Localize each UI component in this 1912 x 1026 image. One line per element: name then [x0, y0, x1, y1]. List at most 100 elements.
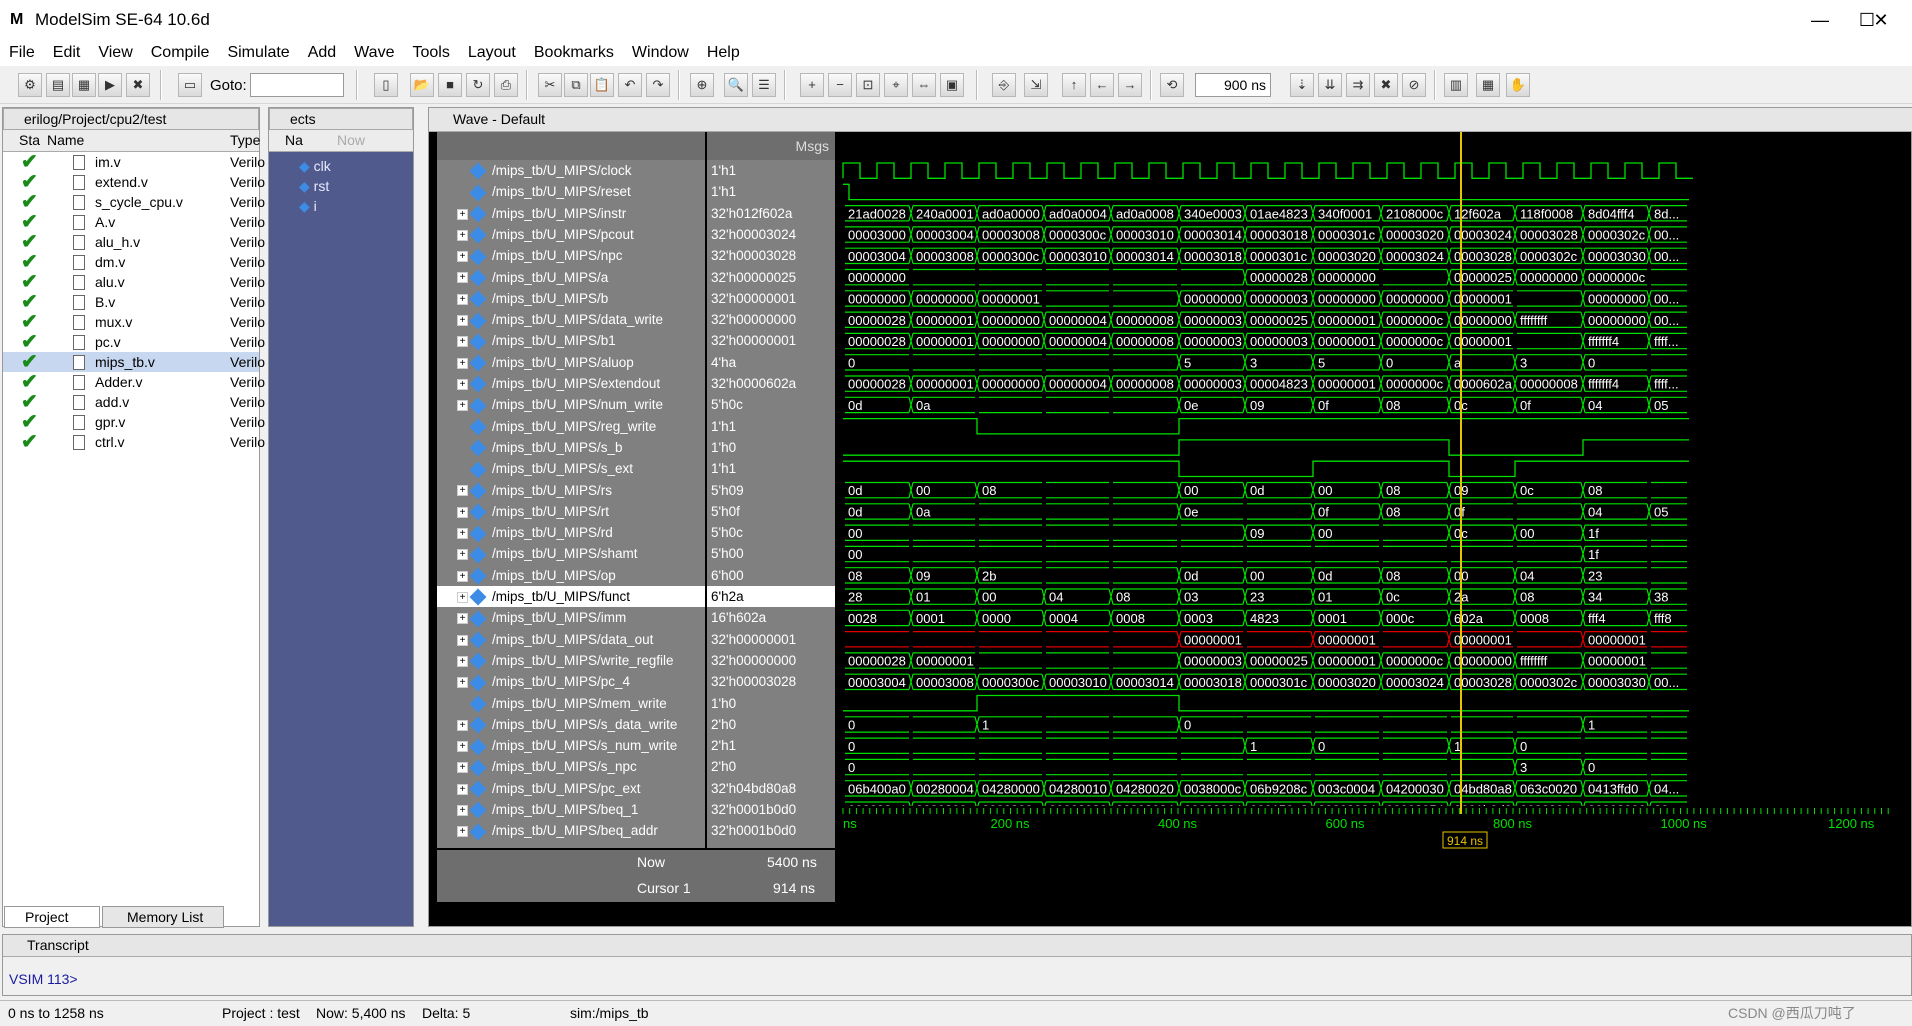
paste-icon[interactable]: 📋: [590, 73, 614, 97]
menu-help[interactable]: Help: [698, 40, 749, 66]
compile-icon[interactable]: ⚙: [18, 73, 42, 97]
menu-wave[interactable]: Wave: [345, 40, 403, 66]
project-file-row[interactable]: ✔ extend.v Verilo: [3, 172, 265, 192]
project-file-row[interactable]: ✔ alu_h.v Verilo: [3, 232, 265, 252]
project-file-row[interactable]: ✔ dm.v Verilo: [3, 252, 265, 272]
break-icon[interactable]: ✖: [126, 73, 150, 97]
signal-name[interactable]: + /mips_tb/U_MIPS/instr: [437, 203, 705, 224]
copy-icon[interactable]: ⧉: [564, 73, 588, 97]
expand-icon[interactable]: +: [457, 272, 468, 284]
project-file-row[interactable]: ✔ mips_tb.v Verilo: [3, 352, 265, 372]
edit-wave-icon[interactable]: ⎆: [992, 73, 1016, 97]
signal-name[interactable]: + /mips_tb/U_MIPS/s_data_write: [437, 714, 705, 735]
memory-icon[interactable]: ▦: [1476, 73, 1500, 97]
zoom-cursor-icon[interactable]: ⌖: [884, 73, 908, 97]
signal-name[interactable]: + /mips_tb/U_MIPS/pc_4: [437, 671, 705, 692]
signal-name[interactable]: /mips_tb/U_MIPS/clock: [437, 160, 705, 181]
expand-icon[interactable]: +: [457, 485, 468, 497]
expand-icon[interactable]: +: [457, 336, 468, 348]
expand-icon[interactable]: +: [457, 400, 468, 412]
undo-icon[interactable]: ↶: [618, 73, 642, 97]
menu-layout[interactable]: Layout: [459, 40, 525, 66]
col-status[interactable]: Sta: [19, 130, 40, 150]
restart-icon[interactable]: ⟲: [1160, 73, 1184, 97]
object-item-clk[interactable]: ◆ clk: [299, 156, 331, 176]
signal-name[interactable]: + /mips_tb/U_MIPS/extendout: [437, 373, 705, 394]
zoom-range-icon[interactable]: ⇔: [912, 73, 936, 97]
zoom-area-icon[interactable]: ▣: [940, 73, 964, 97]
project-file-row[interactable]: ✔ B.v Verilo: [3, 292, 265, 312]
expand-icon[interactable]: +: [457, 315, 468, 327]
signal-name[interactable]: + /mips_tb/U_MIPS/b1: [437, 330, 705, 351]
expand-icon[interactable]: +: [457, 783, 468, 795]
expand-icon[interactable]: +: [457, 719, 468, 731]
expand-icon[interactable]: +: [457, 655, 468, 667]
left-arrow-icon[interactable]: ←: [1090, 73, 1114, 97]
col-obj-now[interactable]: Now: [337, 130, 365, 150]
object-item-rst[interactable]: ◆ rst: [299, 176, 331, 196]
expand-icon[interactable]: +: [457, 293, 468, 305]
menu-compile[interactable]: Compile: [142, 40, 219, 66]
save-icon[interactable]: ■: [438, 73, 462, 97]
signal-name[interactable]: + /mips_tb/U_MIPS/shamt: [437, 543, 705, 564]
zoom-full-icon[interactable]: ⊡: [856, 73, 880, 97]
continue-icon[interactable]: ⇊: [1318, 73, 1342, 97]
signal-name[interactable]: /mips_tb/U_MIPS/reg_write: [437, 416, 705, 437]
expand-icon[interactable]: +: [457, 762, 468, 774]
columns-icon[interactable]: ☰: [752, 73, 776, 97]
project-file-row[interactable]: ✔ Adder.v Verilo: [3, 372, 265, 392]
menu-window[interactable]: Window: [623, 40, 698, 66]
signal-name[interactable]: + /mips_tb/U_MIPS/beq_addr: [437, 820, 705, 841]
redo-icon[interactable]: ↷: [646, 73, 670, 97]
expand-icon[interactable]: +: [457, 528, 468, 540]
break-sim-icon[interactable]: ✖: [1374, 73, 1398, 97]
expand-icon[interactable]: +: [457, 804, 468, 816]
signal-name[interactable]: + /mips_tb/U_MIPS/data_out: [437, 629, 705, 650]
menu-edit[interactable]: Edit: [44, 40, 90, 66]
select-mode-icon[interactable]: ⇲: [1024, 73, 1048, 97]
hand-icon[interactable]: ✋: [1506, 73, 1530, 97]
expand-icon[interactable]: +: [457, 570, 468, 582]
col-type[interactable]: Type: [230, 130, 260, 150]
signal-name[interactable]: + /mips_tb/U_MIPS/rs: [437, 480, 705, 501]
run-all-icon[interactable]: ⇉: [1346, 73, 1370, 97]
print-icon[interactable]: ⎙: [494, 73, 518, 97]
run-length-input[interactable]: 900 ns: [1195, 73, 1271, 97]
expand-icon[interactable]: +: [457, 549, 468, 561]
stop-icon[interactable]: ⊘: [1402, 73, 1426, 97]
project-file-row[interactable]: ✔ A.v Verilo: [3, 212, 265, 232]
close-icon[interactable]: ✕: [1866, 8, 1896, 32]
open-folder-icon[interactable]: 📂: [410, 73, 434, 97]
col-obj-name[interactable]: Na: [285, 130, 303, 150]
cut-icon[interactable]: ✂: [538, 73, 562, 97]
project-file-row[interactable]: ✔ add.v Verilo: [3, 392, 265, 412]
signal-name[interactable]: + /mips_tb/U_MIPS/data_write: [437, 309, 705, 330]
zoom-out-icon[interactable]: −: [828, 73, 852, 97]
signal-name[interactable]: + /mips_tb/U_MIPS/s_num_write: [437, 735, 705, 756]
reload-icon[interactable]: ↻: [466, 73, 490, 97]
menu-add[interactable]: Add: [299, 40, 345, 66]
expand-icon[interactable]: +: [457, 506, 468, 518]
expand-icon[interactable]: +: [457, 634, 468, 646]
signal-name[interactable]: + /mips_tb/U_MIPS/s_npc: [437, 756, 705, 777]
signal-name[interactable]: /mips_tb/U_MIPS/mem_write: [437, 693, 705, 714]
add-icon[interactable]: ⊕: [690, 73, 714, 97]
signal-name[interactable]: /mips_tb/U_MIPS/s_ext: [437, 458, 705, 479]
menu-file[interactable]: File: [0, 40, 44, 66]
right-arrow-icon[interactable]: →: [1118, 73, 1142, 97]
expand-icon[interactable]: +: [457, 613, 468, 625]
menu-simulate[interactable]: Simulate: [218, 40, 298, 66]
goto-input[interactable]: [250, 73, 344, 97]
project-file-row[interactable]: ✔ mux.v Verilo: [3, 312, 265, 332]
object-item-i[interactable]: ◆ i: [299, 196, 331, 216]
signal-name[interactable]: + /mips_tb/U_MIPS/pc_ext: [437, 778, 705, 799]
run-icon[interactable]: ⇣: [1290, 73, 1314, 97]
minimize-button[interactable]: —: [1805, 8, 1835, 32]
tab-project[interactable]: Project: [4, 906, 100, 928]
menu-bookmarks[interactable]: Bookmarks: [525, 40, 623, 66]
signal-name[interactable]: + /mips_tb/U_MIPS/imm: [437, 607, 705, 628]
cursor-label[interactable]: Cursor 1: [637, 880, 691, 896]
signal-name[interactable]: + /mips_tb/U_MIPS/b: [437, 288, 705, 309]
goto-icon[interactable]: ▭: [178, 73, 202, 97]
find-icon[interactable]: 🔍: [724, 73, 748, 97]
